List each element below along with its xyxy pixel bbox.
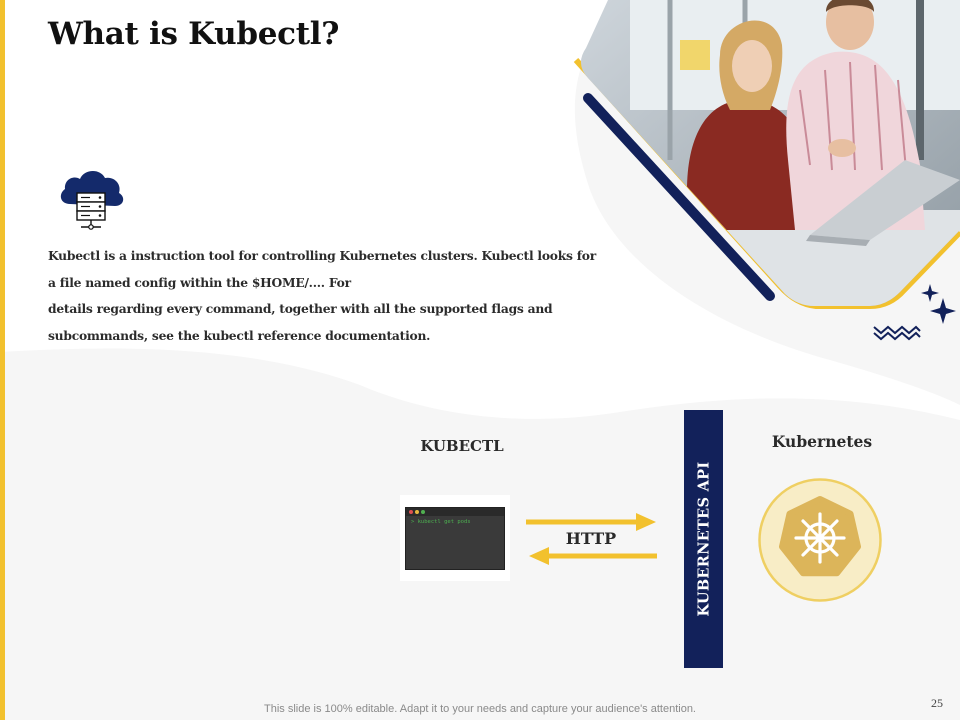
description-line: subcommands, see the kubectl reference d… <box>48 327 431 343</box>
office-photo <box>573 0 960 309</box>
kubernetes-api-bar: KUBERNETES API <box>684 410 723 668</box>
terminal-command: > kubectl get pods <box>411 519 471 525</box>
sparkle-icon <box>921 284 956 324</box>
kubectl-label: KUBECTL <box>420 437 504 455</box>
page-title: What is Kubectl? <box>48 16 340 52</box>
zigzag-decoration <box>873 325 921 341</box>
description-line: details regarding every command, togethe… <box>48 301 553 316</box>
accent-left-bar <box>0 0 5 720</box>
cloud-server-icon <box>60 170 124 230</box>
description-line: a file named config within the $HOME/...… <box>48 274 351 290</box>
http-label: HTTP <box>565 529 617 548</box>
terminal-window: > kubectl get pods <box>400 495 510 581</box>
kubernetes-api-label: KUBERNETES API <box>695 461 712 617</box>
kubernetes-label: Kubernetes <box>771 432 873 451</box>
kubernetes-helm-icon <box>758 478 882 602</box>
page-number: 25 <box>931 696 943 710</box>
description-line: Kubectl is a instruction tool for contro… <box>48 248 596 263</box>
description-text: Kubectl is a instruction tool for contro… <box>48 243 618 349</box>
footer-note: This slide is 100% editable. Adapt it to… <box>264 703 696 715</box>
